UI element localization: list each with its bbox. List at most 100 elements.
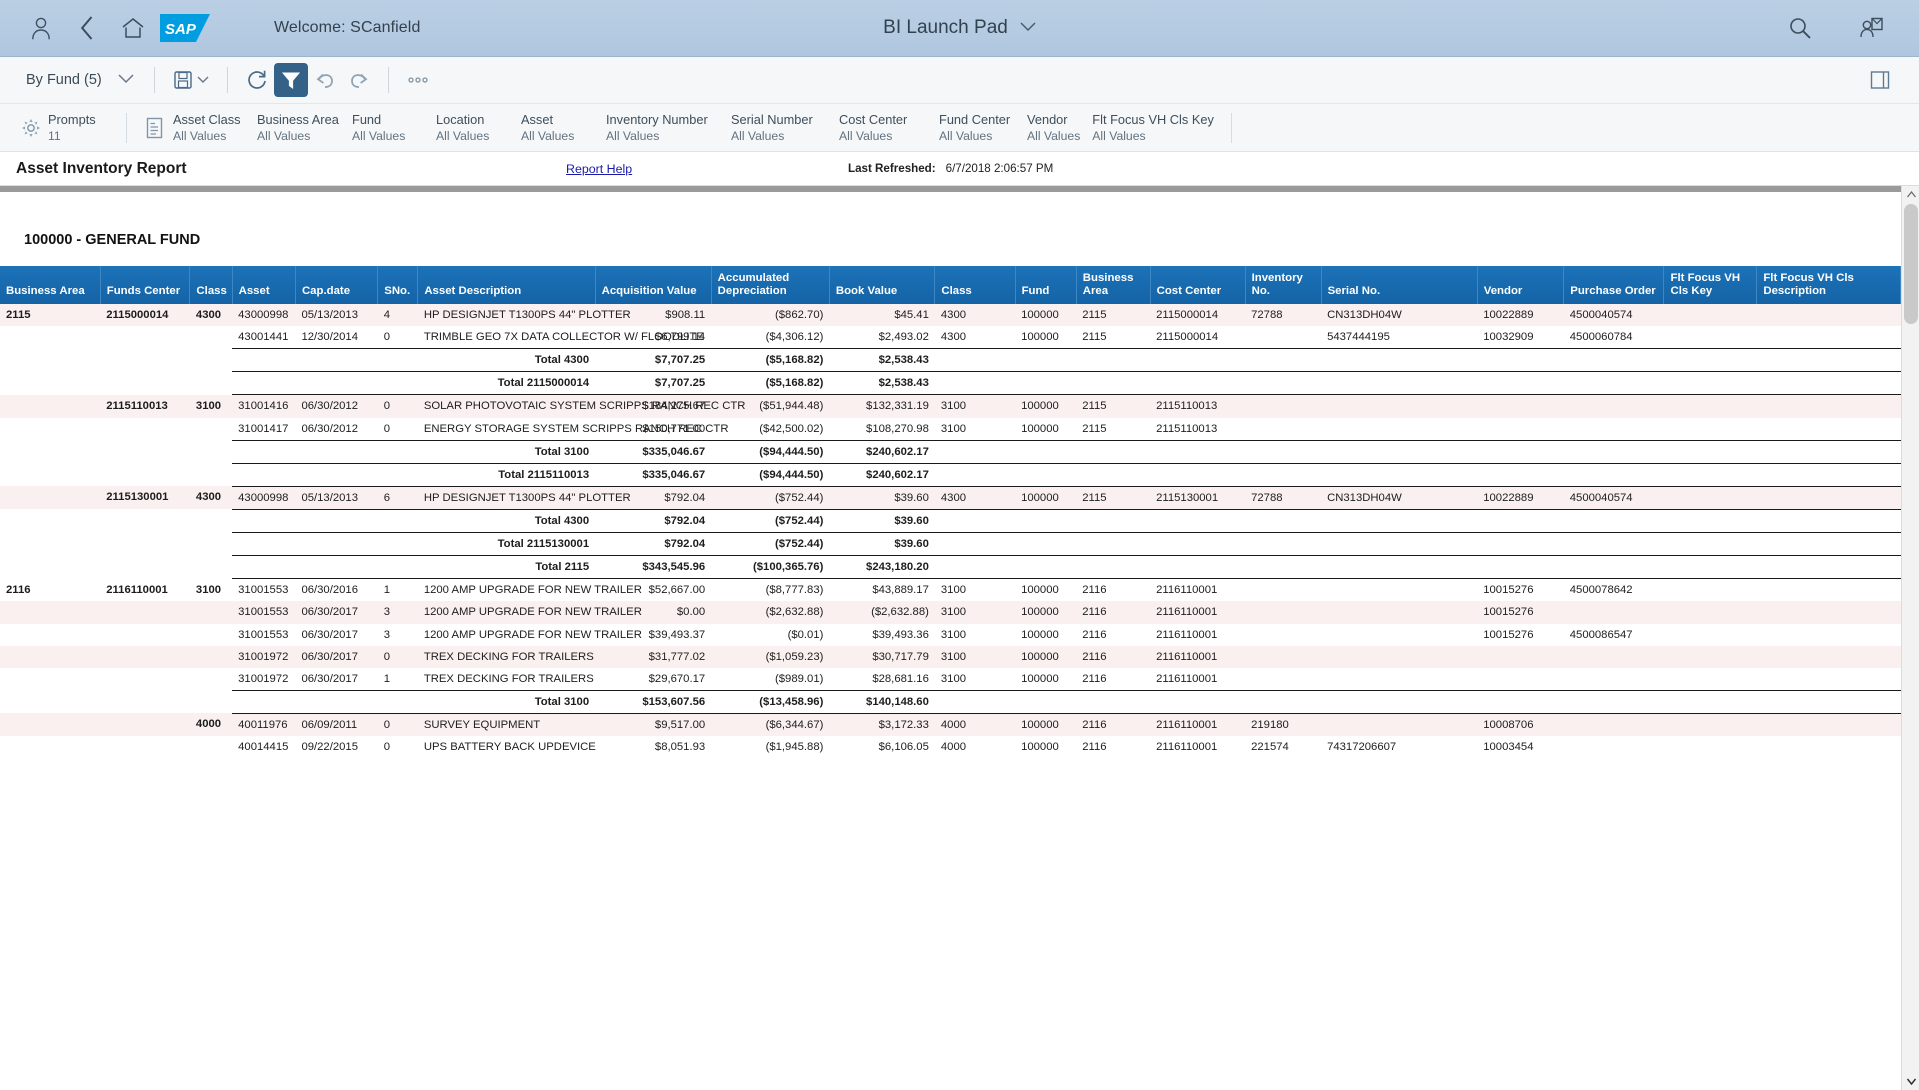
col-flt-focus-vh-cls-description[interactable]: Flt Focus VH Cls Description: [1756, 266, 1901, 304]
app-title-button[interactable]: BI Launch Pad: [873, 11, 1046, 45]
table-total-row[interactable]: Total 2115130001 $792.04 ($752.44) $39.60: [0, 532, 1901, 557]
col-business-area-2[interactable]: Business Area: [1076, 266, 1151, 304]
col-book-value[interactable]: Book Value: [829, 266, 936, 304]
search-icon[interactable]: [1777, 5, 1823, 51]
cell-asset-description: 1200 AMP UPGRADE FOR NEW TRAILER: [417, 601, 642, 624]
cell-sno: 3: [377, 623, 418, 646]
scroll-down-arrow[interactable]: [1902, 1073, 1919, 1090]
cell-cap-date: 06/30/2017: [295, 667, 378, 691]
total-book-value: $2,538.43: [829, 348, 935, 373]
table-row[interactable]: 43001441 12/30/2014 0 TRIMBLE GEO 7X DATA C…: [0, 326, 1901, 349]
view-selector[interactable]: By Fund (5): [16, 68, 142, 92]
col-business-area[interactable]: Business Area: [0, 266, 101, 304]
scroll-up-arrow[interactable]: [1902, 186, 1919, 203]
total-row-filler: [934, 371, 1901, 396]
cell-class-2: 4000: [934, 713, 1016, 737]
table-total-row[interactable]: Total 4300 $7,707.25 ($5,168.82) $2,538.43: [0, 348, 1901, 373]
total-row-stub: [0, 555, 101, 579]
total-row-stub: [0, 509, 101, 533]
table-row[interactable]: 31001972 06/30/2017 1 TREX DECKING FOR TRAI…: [0, 667, 1901, 691]
col-asset-description[interactable]: Asset Description: [417, 266, 596, 304]
app-title: BI Launch Pad: [883, 17, 1008, 38]
report-vertical-scrollbar[interactable]: [1901, 186, 1919, 1090]
prompt-fund[interactable]: Fund All Values: [352, 111, 436, 145]
prompt-business-area[interactable]: Business Area All Values: [257, 111, 352, 145]
col-asset[interactable]: Asset: [232, 266, 296, 304]
sap-logo[interactable]: SAP: [160, 14, 218, 42]
prompt-asset-class[interactable]: Asset Class All Values: [173, 111, 257, 145]
prompt-vendor[interactable]: Vendor All Values: [1027, 111, 1092, 145]
col-inventory-no[interactable]: Inventory No.: [1245, 266, 1322, 304]
table-row[interactable]: 31001972 06/30/2017 0 TREX DECKING FOR TRAI…: [0, 645, 1901, 668]
toolbar-divider-2: [226, 67, 228, 93]
table-total-row[interactable]: Total 2115110013 $335,046.67 ($94,444.50) $…: [0, 462, 1901, 487]
cell-cost-center: 2115130001: [1150, 486, 1246, 510]
col-funds-center[interactable]: Funds Center: [100, 266, 191, 304]
cell-asset: 31001416: [232, 394, 296, 418]
prompt-value: All Values: [436, 128, 490, 143]
prompt-location[interactable]: Location All Values: [436, 111, 521, 145]
redo-button[interactable]: [342, 63, 376, 97]
table-total-row[interactable]: Total 3100 $335,046.67 ($94,444.50) $240,60…: [0, 439, 1901, 464]
col-acquisition-value[interactable]: Acquisition Value: [595, 266, 712, 304]
cell-vendor: 10032909: [1477, 326, 1564, 349]
col-cap-date[interactable]: Cap.date: [295, 266, 379, 304]
more-options-icon[interactable]: [401, 63, 435, 97]
prompt-fund-center[interactable]: Fund Center All Values: [939, 111, 1027, 145]
home-icon[interactable]: [110, 5, 156, 51]
save-button[interactable]: [167, 63, 215, 97]
back-chevron-icon[interactable]: [64, 5, 110, 51]
report-help-link[interactable]: Report Help: [566, 162, 632, 176]
table-row[interactable]: 31001417 06/30/2012 0 ENERGY STORAGE SYSTEM…: [0, 417, 1901, 441]
table-row[interactable]: 2115130001 4300 43000998 05/13/2013 6 HP DESI…: [0, 486, 1901, 510]
table-total-row[interactable]: Total 3100 $153,607.56 ($13,458.96) $140,14…: [0, 689, 1901, 714]
side-panel-icon[interactable]: [1863, 63, 1897, 97]
col-class-2[interactable]: Class: [934, 266, 1016, 304]
total-row-stub: [189, 555, 233, 579]
cell-funds-center: 2115130001: [100, 486, 190, 510]
scroll-thumb[interactable]: [1904, 204, 1918, 324]
table-row[interactable]: 31001553 06/30/2017 3 1200 AMP UPGRADE FOR …: [0, 601, 1901, 624]
cell-class: 4000: [189, 713, 233, 737]
prompt-cost-center[interactable]: Cost Center All Values: [839, 111, 939, 145]
table-row[interactable]: 31001553 06/30/2017 3 1200 AMP UPGRADE FOR …: [0, 623, 1901, 646]
undo-button[interactable]: [308, 63, 342, 97]
table-row[interactable]: 2116 2116110001 3100 31001553 06/30/2016 1 120…: [0, 578, 1901, 602]
refresh-button[interactable]: [240, 63, 274, 97]
col-flt-focus-vh-cls-key[interactable]: Flt Focus VH Cls Key: [1663, 266, 1758, 304]
col-vendor[interactable]: Vendor: [1477, 266, 1565, 304]
col-accumulated-depreciation[interactable]: Accumulated Depreciation: [711, 266, 830, 304]
col-class[interactable]: Class: [189, 266, 233, 304]
col-purchase-order[interactable]: Purchase Order: [1563, 266, 1665, 304]
col-cost-center[interactable]: Cost Center: [1150, 266, 1246, 304]
cell-business-area: [0, 713, 101, 737]
prompt-value: All Values: [1092, 128, 1146, 143]
table-total-row[interactable]: Total 2115000014 $7,707.25 ($5,168.82) $2,5…: [0, 371, 1901, 396]
user-card-icon[interactable]: [1849, 5, 1895, 51]
prompt-asset[interactable]: Asset All Values: [521, 111, 606, 145]
table-row[interactable]: 2115110013 3100 31001416 06/30/2012 0 SOLAR P…: [0, 394, 1901, 418]
filter-button[interactable]: [273, 63, 308, 97]
col-sno[interactable]: SNo.: [377, 266, 419, 304]
table-total-row[interactable]: Total 4300 $792.04 ($752.44) $39.60: [0, 508, 1901, 534]
prompt-flt-focus-vh-cls-key[interactable]: Flt Focus VH Cls Key All Values: [1092, 111, 1227, 145]
prompts-divider: [126, 112, 127, 143]
table-row[interactable]: 4000 40011976 06/09/2011 0 SURVEY EQUIPMENT $…: [0, 713, 1901, 737]
cell-purchase-order: 4500040574: [1563, 304, 1664, 327]
prompt-inventory-number[interactable]: Inventory Number All Values: [606, 111, 731, 145]
cell-purchase-order: 4500040574: [1563, 486, 1664, 510]
table-row[interactable]: 2115 2115000014 4300 43000998 05/13/2013 4 HP …: [0, 304, 1901, 327]
prompt-serial-number[interactable]: Serial Number All Values: [731, 111, 839, 145]
cell-flt-focus-vh-cls-description: [1756, 486, 1901, 510]
cell-asset-description: SURVEY EQUIPMENT: [417, 713, 596, 737]
document-icon[interactable]: [139, 117, 169, 139]
col-serial-no[interactable]: Serial No.: [1321, 266, 1478, 304]
table-total-row[interactable]: Total 2115 $343,545.96 ($100,365.76) $243,1…: [0, 555, 1901, 580]
prompt-prompts[interactable]: Prompts 11: [48, 111, 122, 145]
col-fund[interactable]: Fund: [1015, 266, 1077, 304]
cell-class-2: 3100: [934, 623, 1016, 646]
prompt-count: 11: [48, 128, 61, 143]
user-icon[interactable]: [18, 5, 64, 51]
table-row[interactable]: 40014415 09/22/2015 0 UPS BATTERY BACK UPDE…: [0, 736, 1901, 759]
prompts-gear-icon[interactable]: [14, 118, 48, 138]
